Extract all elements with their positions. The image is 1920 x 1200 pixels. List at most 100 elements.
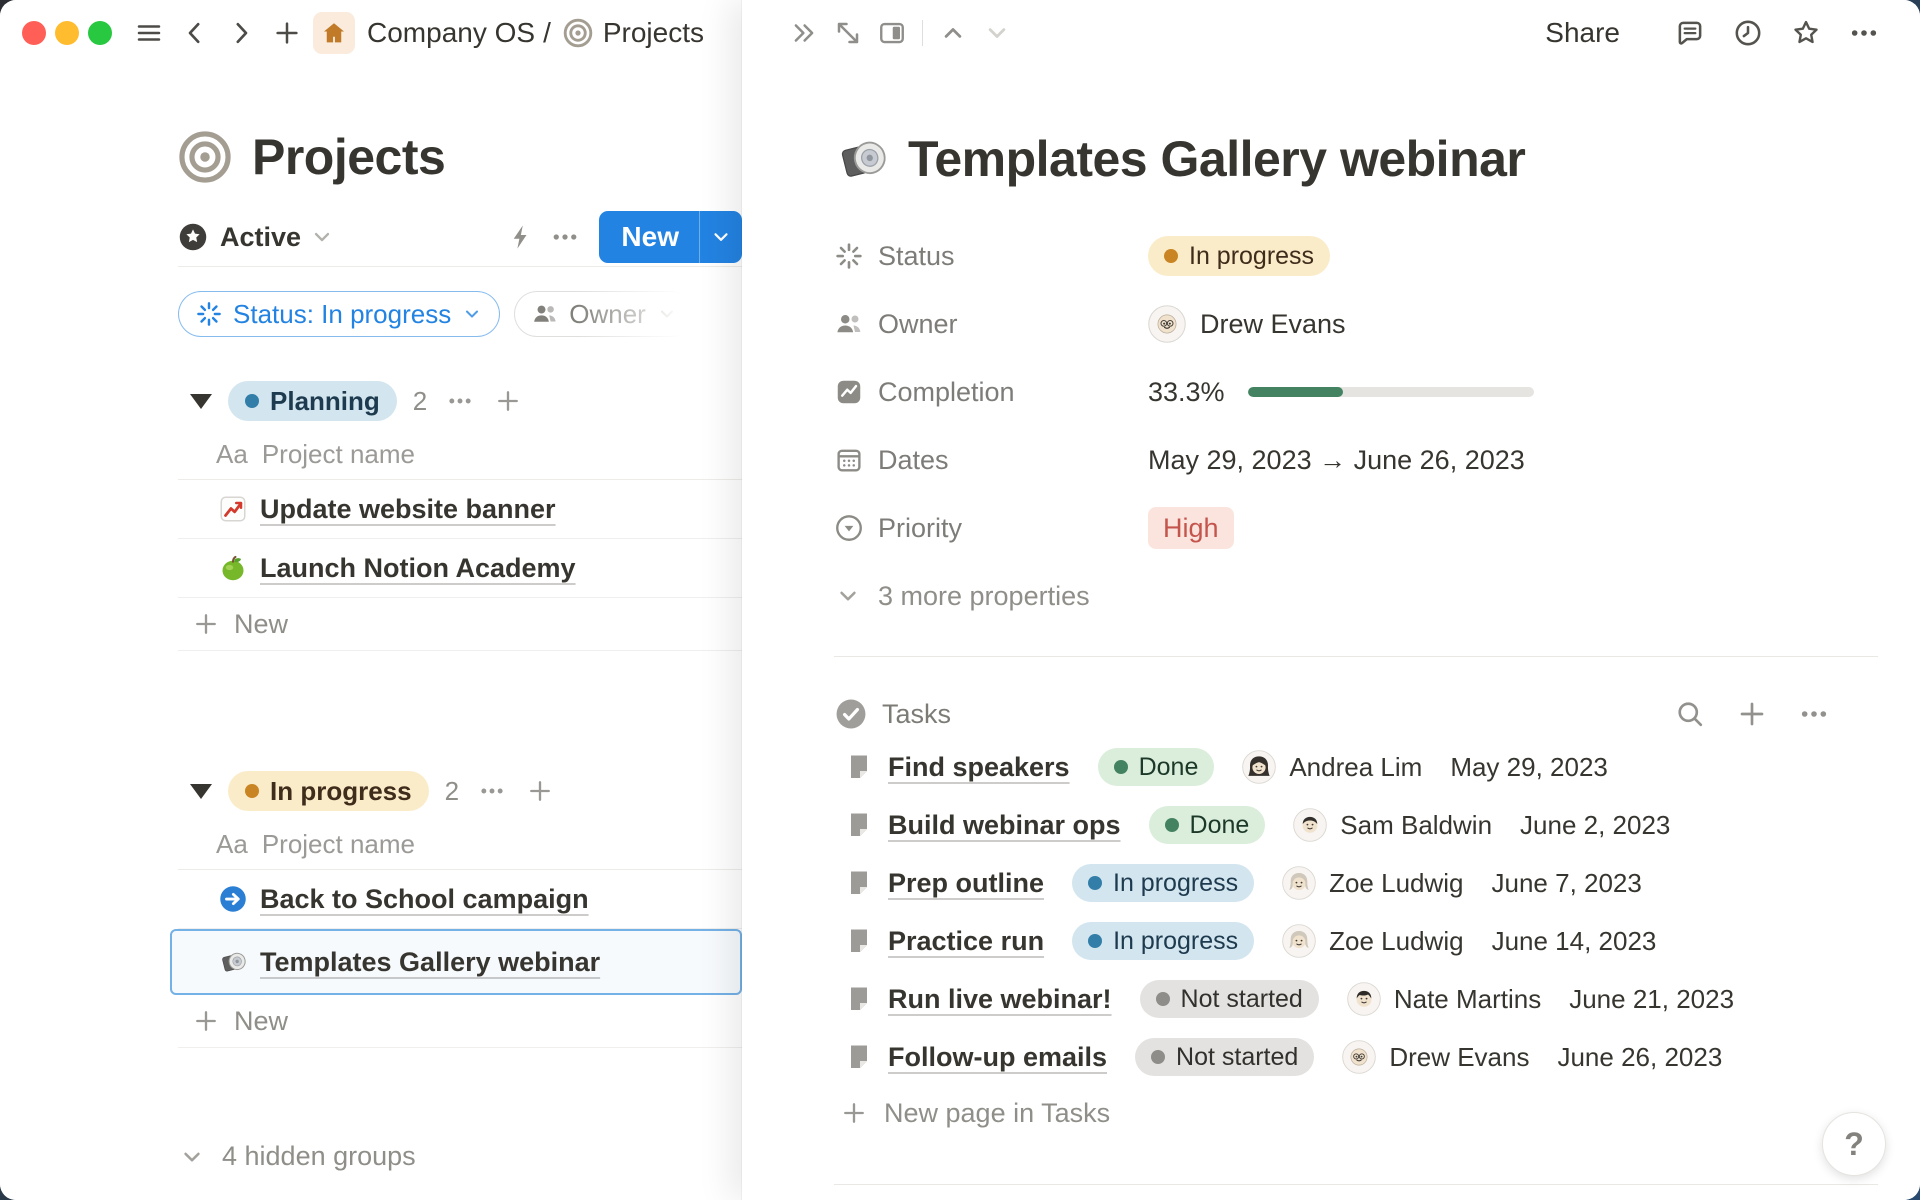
help-button[interactable]: ? (1822, 1112, 1886, 1176)
project-title[interactable]: Templates Gallery webinar (260, 947, 600, 978)
sidebar-menu-icon[interactable] (131, 15, 167, 51)
task-status-pill[interactable]: In progress (1072, 922, 1254, 960)
assignee-name[interactable]: Drew Evans (1389, 1042, 1529, 1073)
status-pill[interactable]: In progress (1148, 236, 1330, 276)
property-row-owner[interactable]: Owner Drew Evans (834, 300, 1878, 348)
task-status-pill[interactable]: Done (1149, 806, 1266, 844)
task-due-date[interactable]: June 7, 2023 (1492, 868, 1642, 899)
group-add-icon[interactable] (525, 776, 555, 806)
task-title[interactable]: Build webinar ops (888, 810, 1121, 841)
breadcrumb-page[interactable]: Projects (603, 17, 704, 49)
zoom-window-button[interactable] (88, 21, 112, 45)
task-status-pill[interactable]: In progress (1072, 864, 1254, 902)
back-icon[interactable] (177, 15, 213, 51)
view-tab-active[interactable]: Active (220, 222, 301, 253)
home-icon[interactable] (313, 12, 355, 54)
new-button-dropdown-icon[interactable] (699, 211, 742, 263)
new-task-button[interactable]: New page in Tasks (834, 1086, 1878, 1140)
close-peek-icon[interactable] (786, 15, 822, 51)
new-project-button[interactable]: New (178, 995, 742, 1048)
project-row[interactable]: Back to School campaign (178, 870, 742, 929)
project-row[interactable]: Update website banner (178, 480, 742, 539)
chevron-down-icon (656, 303, 678, 325)
task-row[interactable]: Build webinar ops Done Sam Baldwin June … (834, 796, 1878, 854)
property-row-completion[interactable]: Completion 33.3% (834, 368, 1878, 416)
project-row[interactable]: Templates Gallery webinar (170, 929, 742, 995)
project-title[interactable]: Back to School campaign (260, 884, 589, 915)
minimize-window-button[interactable] (55, 21, 79, 45)
add-task-icon[interactable] (1734, 696, 1770, 732)
task-row[interactable]: Prep outline In progress Zoe Ludwig June… (834, 854, 1878, 912)
task-row[interactable]: Run live webinar! Not started Nate Marti… (834, 970, 1878, 1028)
previous-page-icon[interactable] (935, 15, 971, 51)
more-properties-toggle[interactable]: 3 more properties (834, 572, 1878, 620)
group-status-pill[interactable]: In progress (228, 771, 429, 811)
task-status-pill[interactable]: Not started (1135, 1038, 1314, 1076)
side-peek-icon[interactable] (874, 15, 910, 51)
priority-pill[interactable]: High (1148, 507, 1234, 549)
property-row-status[interactable]: Status In progress (834, 232, 1878, 280)
group-more-icon[interactable] (477, 776, 507, 806)
task-title[interactable]: Run live webinar! (888, 984, 1112, 1015)
new-project-button[interactable]: New (178, 598, 742, 651)
share-button[interactable]: Share (1545, 17, 1620, 49)
filter-owner-chip[interactable]: Owner (514, 291, 695, 337)
forward-icon[interactable] (223, 15, 259, 51)
target-icon[interactable] (178, 130, 232, 184)
search-icon[interactable] (1672, 696, 1708, 732)
property-row-dates[interactable]: Dates May 29, 2023 → June 26, 2023 (834, 436, 1878, 484)
assignee-name[interactable]: Zoe Ludwig (1329, 868, 1463, 899)
project-row[interactable]: Launch Notion Academy (178, 539, 742, 598)
task-due-date[interactable]: June 2, 2023 (1520, 810, 1670, 841)
project-title[interactable]: Launch Notion Academy (260, 553, 576, 584)
view-options-icon[interactable] (547, 219, 583, 255)
group-status-pill[interactable]: Planning (228, 381, 397, 421)
chevron-down-icon[interactable] (309, 224, 335, 250)
assignee-name[interactable]: Zoe Ludwig (1329, 926, 1463, 957)
group-add-icon[interactable] (493, 386, 523, 416)
task-row[interactable]: Follow-up emails Not started Drew Evans … (834, 1028, 1878, 1086)
page-title[interactable]: Templates Gallery webinar (908, 130, 1525, 188)
task-status-pill[interactable]: Not started (1140, 980, 1319, 1018)
tasks-more-icon[interactable] (1796, 696, 1832, 732)
task-due-date[interactable]: May 29, 2023 (1450, 752, 1608, 783)
table-header-project-name[interactable]: Project name (262, 829, 415, 860)
hidden-groups-toggle[interactable]: 4 hidden groups (178, 1141, 416, 1172)
breadcrumb-workspace[interactable]: Company OS (367, 17, 535, 49)
property-row-priority[interactable]: Priority High (834, 504, 1878, 552)
assignee-name[interactable]: Andrea Lim (1289, 752, 1422, 783)
assignee-name[interactable]: Nate Martins (1394, 984, 1541, 1015)
task-title[interactable]: Practice run (888, 926, 1044, 957)
new-button-label[interactable]: New (599, 211, 699, 263)
new-page-icon[interactable] (269, 15, 305, 51)
task-due-date[interactable]: June 21, 2023 (1569, 984, 1734, 1015)
collapse-group-icon[interactable] (190, 394, 212, 409)
task-title[interactable]: Find speakers (888, 752, 1070, 783)
task-due-date[interactable]: June 26, 2023 (1557, 1042, 1722, 1073)
expand-page-icon[interactable] (830, 15, 866, 51)
favorite-star-icon[interactable] (1788, 15, 1824, 51)
group-more-icon[interactable] (445, 386, 475, 416)
task-status-pill[interactable]: Done (1098, 748, 1215, 786)
automations-bolt-icon[interactable] (503, 219, 539, 255)
new-button[interactable]: New (599, 211, 742, 263)
next-page-icon[interactable] (979, 15, 1015, 51)
comments-icon[interactable] (1672, 15, 1708, 51)
task-row[interactable]: Find speakers Done Andrea Lim May 29, 20… (834, 738, 1878, 796)
assignee-name[interactable]: Sam Baldwin (1340, 810, 1492, 841)
speaker-icon[interactable] (834, 131, 890, 187)
page-title[interactable]: Projects (252, 128, 445, 186)
task-due-date[interactable]: June 14, 2023 (1492, 926, 1657, 957)
table-header-project-name[interactable]: Project name (262, 439, 415, 470)
updates-clock-icon[interactable] (1730, 15, 1766, 51)
collapse-group-icon[interactable] (190, 784, 212, 799)
assignee-avatar (1282, 866, 1316, 900)
project-title[interactable]: Update website banner (260, 494, 556, 525)
task-row[interactable]: Practice run In progress Zoe Ludwig June… (834, 912, 1878, 970)
more-options-icon[interactable] (1846, 15, 1882, 51)
task-title[interactable]: Follow-up emails (888, 1042, 1107, 1073)
task-title[interactable]: Prep outline (888, 868, 1044, 899)
close-window-button[interactable] (22, 21, 46, 45)
tasks-title[interactable]: Tasks (882, 699, 951, 730)
filter-status-chip[interactable]: Status: In progress (178, 291, 500, 337)
